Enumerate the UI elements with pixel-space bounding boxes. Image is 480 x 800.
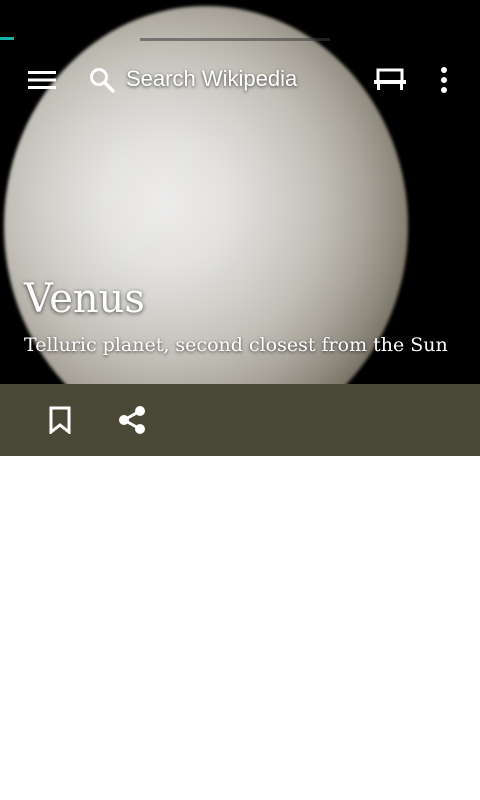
article-content (0, 456, 480, 800)
search-button[interactable] (78, 56, 126, 104)
article-description: Telluric planet, second closest from the… (24, 334, 448, 356)
top-divider (140, 38, 330, 41)
save-bookmark-button[interactable] (36, 396, 84, 444)
reading-list-button[interactable] (366, 56, 414, 104)
reading-list-icon (374, 68, 406, 92)
more-vert-icon (440, 66, 448, 94)
lead-image[interactable]: Search Wikipedia Venus Telluric planet, … (0, 0, 480, 384)
share-button[interactable] (108, 396, 156, 444)
menu-button[interactable] (18, 56, 66, 104)
toolbar: Search Wikipedia (0, 48, 480, 112)
article-title: Venus (24, 276, 145, 322)
search-icon (88, 66, 116, 94)
search-input[interactable]: Search Wikipedia (126, 66, 297, 92)
bookmark-icon (49, 406, 71, 434)
article-action-bar (0, 384, 480, 456)
page-load-progress (0, 37, 14, 40)
share-icon (117, 405, 147, 435)
more-options-button[interactable] (420, 56, 468, 104)
menu-icon (28, 68, 56, 92)
